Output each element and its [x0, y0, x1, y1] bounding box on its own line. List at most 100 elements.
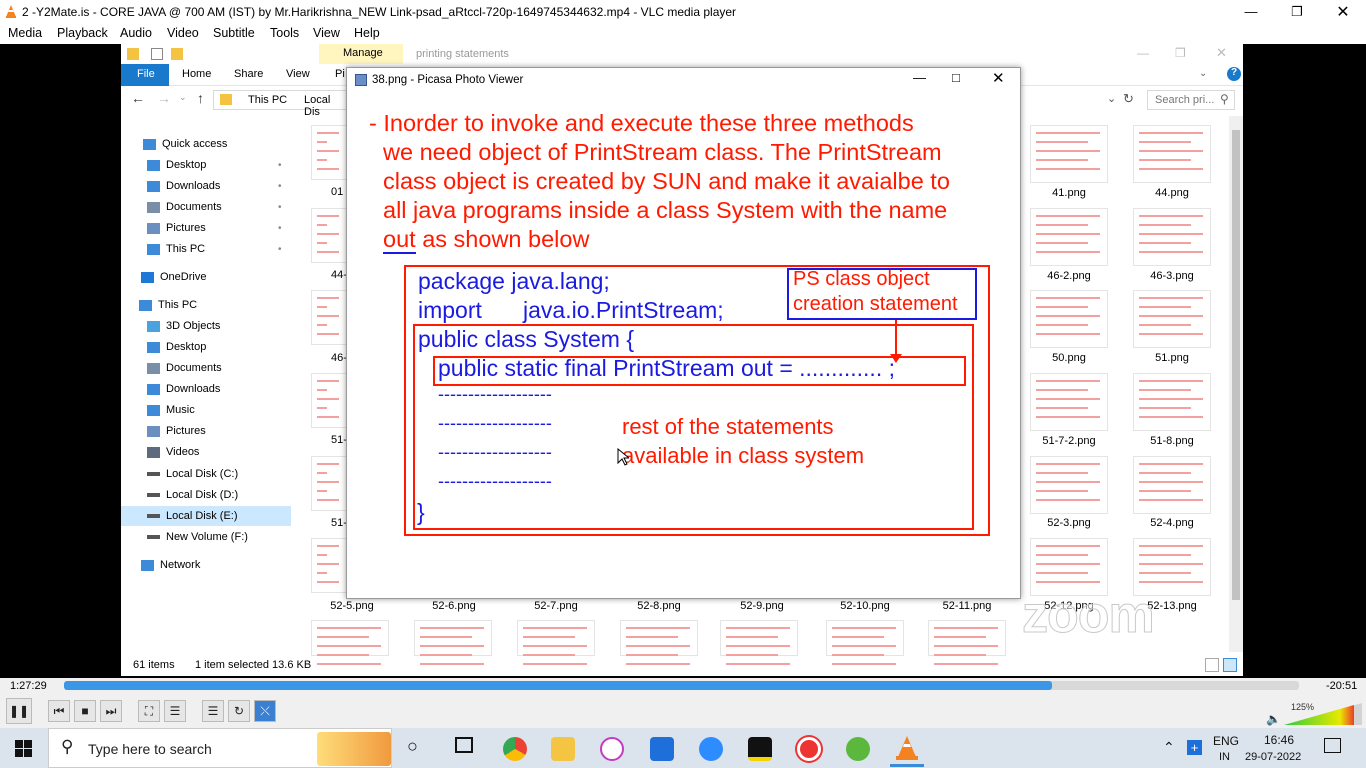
explorer-close-icon[interactable]: ✕	[1216, 45, 1227, 61]
previous-button[interactable]: ⏮	[48, 700, 70, 722]
thumbnail-partial[interactable]	[311, 208, 347, 263]
partial-file-label[interactable]: 46-	[331, 352, 347, 364]
playlist-button[interactable]: ☰	[202, 700, 224, 722]
sidebar-item-onedrive[interactable]: OneDrive	[121, 267, 291, 287]
thumbnail-label[interactable]: 44.png	[1127, 187, 1217, 199]
thumbnail-image[interactable]	[1133, 456, 1211, 514]
thumbnail-label[interactable]: 50.png	[1024, 352, 1114, 364]
sidebar-item-videos[interactable]: Videos	[121, 442, 291, 462]
thumbnail-image[interactable]	[1030, 456, 1108, 514]
partial-file-label[interactable]: 51-	[331, 434, 347, 446]
sidebar-item-new-volume-f[interactable]: New Volume (F:)	[121, 527, 291, 547]
menu-playback[interactable]: Playback	[57, 26, 108, 40]
sidebar-item-documents[interactable]: Documents •	[121, 197, 291, 217]
thumbnail-label[interactable]: 51-7-2.png	[1024, 435, 1114, 447]
time-elapsed[interactable]: 1:27:29	[10, 680, 47, 692]
thumbnail-image[interactable]	[1133, 208, 1211, 266]
thumbnail-image[interactable]	[414, 620, 492, 665]
properties-icon[interactable]	[151, 48, 163, 60]
menu-tools[interactable]: Tools	[270, 26, 299, 40]
sidebar-item-desktop[interactable]: Desktop •	[121, 155, 291, 175]
details-view-icon[interactable]	[1205, 658, 1219, 672]
sidebar-item-pictures[interactable]: Pictures •	[121, 218, 291, 238]
picasa-minimize-button[interactable]: —	[913, 70, 926, 85]
thumbnail-label[interactable]: 52-10.png	[820, 600, 910, 612]
fullscreen-button[interactable]: ⛶	[138, 700, 160, 722]
thumbnail-label[interactable]: 52-7.png	[511, 600, 601, 612]
tab-picture-tools[interactable]: Pi	[335, 68, 345, 80]
tab-home[interactable]: Home	[182, 68, 211, 80]
manage-tab[interactable]: Manage	[319, 44, 403, 64]
cortana-icon[interactable]: ○	[407, 736, 418, 757]
sidebar-item-local-disk-e[interactable]: Local Disk (E:)	[121, 506, 291, 526]
forward-icon[interactable]: →	[157, 90, 171, 106]
thumbnail-label[interactable]: 46-2.png	[1024, 270, 1114, 282]
clock-date[interactable]: 29-07-2022	[1245, 751, 1301, 763]
vlc-taskbar-icon[interactable]	[895, 735, 919, 761]
taskbar-search-box[interactable]: ⚲ Type here to search	[48, 728, 392, 768]
ribbon-expand-icon[interactable]: ⌄	[1199, 68, 1207, 79]
stop-button[interactable]: ■	[74, 700, 96, 722]
menu-help[interactable]: Help	[354, 26, 380, 40]
sidebar-item-network[interactable]: Network	[121, 555, 291, 575]
sidebar-item-this-pc[interactable]: This PC	[121, 295, 291, 315]
microsoft-store-icon[interactable]	[650, 737, 674, 761]
clock-time[interactable]: 16:46	[1264, 733, 1294, 747]
sidebar-item-this-pc[interactable]: This PC •	[121, 239, 291, 259]
windows-start-icon[interactable]	[15, 740, 32, 757]
sidebar-item-downloads[interactable]: Downloads	[121, 379, 291, 399]
tab-share[interactable]: Share	[234, 68, 263, 80]
input-region[interactable]: IN	[1219, 751, 1230, 763]
chrome-icon[interactable]	[503, 737, 527, 761]
thumbnail-label[interactable]: 52-3.png	[1024, 517, 1114, 529]
next-button[interactable]: ⏭	[100, 700, 122, 722]
new-folder-icon[interactable]	[171, 48, 183, 60]
help-icon[interactable]: ?	[1227, 67, 1241, 81]
show-hidden-icons-icon[interactable]: ⌃	[1163, 739, 1175, 756]
large-icons-view-icon[interactable]	[1223, 658, 1237, 672]
sidebar-item-desktop[interactable]: Desktop	[121, 337, 291, 357]
sidebar-item-local-disk-c[interactable]: Local Disk (C:)	[121, 464, 291, 484]
thumbnail-label[interactable]: 51-8.png	[1127, 435, 1217, 447]
thumbnail-image[interactable]	[1133, 125, 1211, 183]
snipping-tool-icon[interactable]	[600, 737, 624, 761]
shuffle-button[interactable]: ⤬	[254, 700, 276, 722]
thumbnail-label[interactable]: 52-11.png	[922, 600, 1012, 612]
thumbnail-image[interactable]	[826, 620, 904, 665]
thumbnail-image[interactable]	[1030, 125, 1108, 183]
thumbnail-image[interactable]	[1133, 290, 1211, 348]
menu-subtitle[interactable]: Subtitle	[213, 26, 255, 40]
recent-locations-icon[interactable]: ⌄	[179, 92, 187, 103]
tab-view[interactable]: View	[286, 68, 310, 80]
thumbnail-partial[interactable]	[311, 373, 347, 428]
thumbnail-label[interactable]: 52-9.png	[717, 600, 807, 612]
sidebar-item-documents[interactable]: Documents	[121, 358, 291, 378]
thumbnail-image[interactable]	[1133, 373, 1211, 431]
explorer-min-icon[interactable]: —	[1137, 46, 1149, 60]
volume-icon[interactable]: 🔈	[1266, 712, 1281, 726]
task-view-icon[interactable]	[455, 737, 473, 753]
thumbnail-partial[interactable]	[311, 538, 347, 593]
explorer-max-icon[interactable]: ❐	[1175, 46, 1186, 60]
seek-bar[interactable]	[64, 681, 1299, 690]
sidebar-item-downloads[interactable]: Downloads •	[121, 176, 291, 196]
back-icon[interactable]: ←	[131, 90, 145, 106]
address-dropdown-icon[interactable]: ⌄	[1107, 92, 1116, 105]
minimize-button[interactable]: —	[1228, 0, 1274, 23]
thumbnail-image[interactable]	[311, 620, 389, 665]
thumbnail-label[interactable]: 51.png	[1127, 352, 1217, 364]
pause-button[interactable]: ❚❚	[6, 698, 32, 724]
tab-file[interactable]: File	[121, 64, 169, 86]
menu-view[interactable]: View	[313, 26, 340, 40]
picasa-maximize-button[interactable]: □	[952, 70, 960, 85]
thumbnail-image[interactable]	[1030, 290, 1108, 348]
sidebar-item-quick-access[interactable]: Quick access	[121, 134, 291, 154]
address-box[interactable]: This PC Local Dis	[213, 90, 348, 118]
menu-video[interactable]: Video	[167, 26, 199, 40]
thumbnail-partial[interactable]	[311, 456, 347, 511]
thumbnail-image[interactable]	[620, 620, 698, 665]
sidebar-item-pictures[interactable]: Pictures	[121, 421, 291, 441]
vertical-scrollbar[interactable]	[1229, 116, 1243, 652]
sidebar-item-local-disk-d[interactable]: Local Disk (D:)	[121, 485, 291, 505]
close-button[interactable]: ✕	[1320, 0, 1366, 23]
